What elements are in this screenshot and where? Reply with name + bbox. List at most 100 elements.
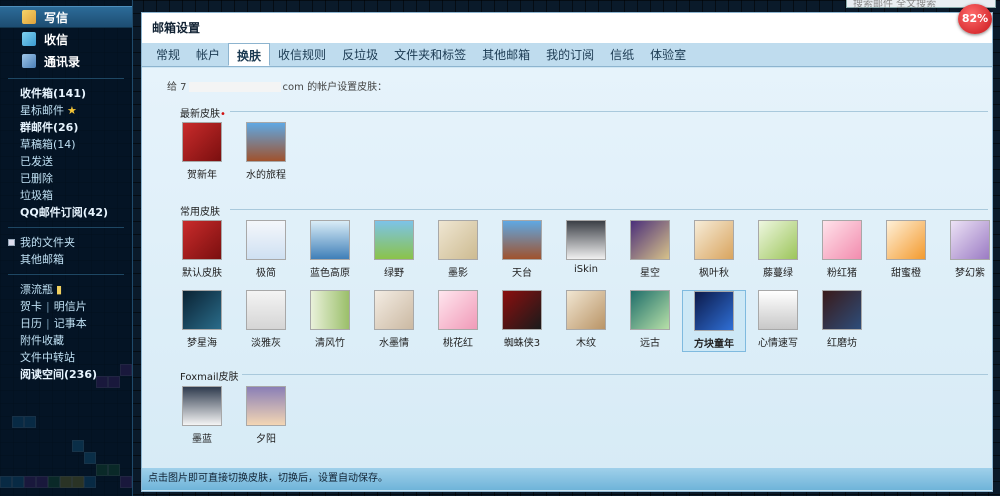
my-folders[interactable]: 我的文件夹 bbox=[8, 234, 132, 251]
skin-thumbnail[interactable] bbox=[310, 290, 350, 330]
skin-thumbnail[interactable] bbox=[566, 290, 606, 330]
skin-thumbnail[interactable] bbox=[630, 290, 670, 330]
card-row: 贺卡 | 明信片 bbox=[20, 298, 132, 315]
skin-option[interactable]: 远古 bbox=[618, 290, 682, 352]
left-sidebar: 写信 收信 通讯录 收件箱(141) 星标邮件 ★ 群邮件(26) 草稿箱(14)… bbox=[0, 0, 133, 496]
skin-thumbnail[interactable] bbox=[182, 220, 222, 260]
tab-5[interactable]: 文件夹和标签 bbox=[386, 43, 474, 66]
folder-deleted[interactable]: 已删除 bbox=[20, 170, 132, 187]
skin-option[interactable]: 清风竹 bbox=[298, 290, 362, 352]
skin-option[interactable]: 心情速写 bbox=[746, 290, 810, 352]
skin-thumbnail[interactable] bbox=[438, 290, 478, 330]
tab-1[interactable]: 帐户 bbox=[188, 43, 228, 66]
skin-thumbnail[interactable] bbox=[694, 291, 734, 331]
skin-thumbnail[interactable] bbox=[694, 220, 734, 260]
notes-link[interactable]: 记事本 bbox=[54, 317, 87, 330]
folder-sent[interactable]: 已发送 bbox=[20, 153, 132, 170]
skin-option[interactable]: 夕阳 bbox=[234, 386, 298, 448]
contacts-icon bbox=[22, 54, 36, 68]
skin-thumbnail[interactable] bbox=[246, 122, 286, 162]
folder-spam[interactable]: 垃圾箱 bbox=[20, 187, 132, 204]
expand-icon[interactable] bbox=[8, 239, 15, 246]
tab-0[interactable]: 常规 bbox=[148, 43, 188, 66]
tab-2[interactable]: 换肤 bbox=[228, 43, 271, 66]
skin-thumbnail[interactable] bbox=[822, 220, 862, 260]
contacts-button[interactable]: 通讯录 bbox=[0, 50, 132, 72]
skin-thumbnail[interactable] bbox=[502, 220, 542, 260]
progress-badge[interactable]: 82% bbox=[958, 4, 992, 34]
section-divider bbox=[230, 209, 988, 210]
skin-option[interactable]: 淡雅灰 bbox=[234, 290, 298, 352]
skin-option[interactable]: 水墨情 bbox=[362, 290, 426, 352]
tab-9[interactable]: 体验室 bbox=[642, 43, 694, 66]
divider bbox=[8, 78, 124, 79]
skin-option[interactable]: 蓝色高原 bbox=[298, 220, 362, 282]
folder-subscriptions[interactable]: QQ邮件订阅(42) bbox=[20, 204, 132, 221]
skin-option[interactable]: 水的旅程 bbox=[234, 122, 298, 184]
skin-option[interactable]: 默认皮肤 bbox=[170, 220, 234, 282]
tab-3[interactable]: 收信规则 bbox=[270, 43, 334, 66]
skin-thumbnail[interactable] bbox=[950, 220, 990, 260]
skin-thumbnail[interactable] bbox=[822, 290, 862, 330]
skin-thumbnail[interactable] bbox=[182, 386, 222, 426]
skin-option[interactable]: 藤蔓绿 bbox=[746, 220, 810, 282]
skin-option[interactable]: 蜘蛛侠3 bbox=[490, 290, 554, 352]
skin-label: 绿野 bbox=[384, 268, 404, 279]
calendar-link[interactable]: 日历 bbox=[20, 317, 42, 330]
compose-button[interactable]: 写信 bbox=[0, 6, 132, 28]
section-divider bbox=[242, 374, 988, 375]
other-mailboxes[interactable]: 其他邮箱 bbox=[8, 251, 132, 268]
skin-thumbnail[interactable] bbox=[182, 122, 222, 162]
skin-option[interactable]: 天台 bbox=[490, 220, 554, 282]
postcard-link[interactable]: 明信片 bbox=[54, 300, 87, 313]
folder-drafts[interactable]: 草稿箱(14) bbox=[20, 136, 132, 153]
skin-thumbnail[interactable] bbox=[246, 290, 286, 330]
skin-option[interactable]: 甜蜜橙 bbox=[874, 220, 938, 282]
drift-bottle-link[interactable]: 漂流瓶 ▮ bbox=[20, 281, 132, 298]
skin-option[interactable]: 墨影 bbox=[426, 220, 490, 282]
greeting-card-link[interactable]: 贺卡 bbox=[20, 300, 42, 313]
skin-option[interactable]: 粉红猪 bbox=[810, 220, 874, 282]
skin-option[interactable]: 桃花红 bbox=[426, 290, 490, 352]
skin-thumbnail[interactable] bbox=[438, 220, 478, 260]
skin-thumbnail[interactable] bbox=[758, 290, 798, 330]
tab-7[interactable]: 我的订阅 bbox=[538, 43, 602, 66]
skin-option[interactable]: 星空 bbox=[618, 220, 682, 282]
folder-inbox[interactable]: 收件箱(141) bbox=[20, 85, 132, 102]
tab-4[interactable]: 反垃圾 bbox=[334, 43, 386, 66]
tab-6[interactable]: 其他邮箱 bbox=[474, 43, 538, 66]
skin-option[interactable]: 梦幻紫 bbox=[938, 220, 1000, 282]
skin-thumbnail[interactable] bbox=[374, 290, 414, 330]
skin-option[interactable]: 梦星海 bbox=[170, 290, 234, 352]
tab-8[interactable]: 信纸 bbox=[602, 43, 642, 66]
skin-option[interactable]: 贺新年 bbox=[170, 122, 234, 184]
folder-starred[interactable]: 星标邮件 ★ bbox=[20, 102, 132, 119]
skin-option[interactable]: 极简 bbox=[234, 220, 298, 282]
skin-option[interactable]: 木纹 bbox=[554, 290, 618, 352]
skin-option[interactable]: 墨蓝 bbox=[170, 386, 234, 448]
skin-thumbnail[interactable] bbox=[182, 290, 222, 330]
skin-thumbnail[interactable] bbox=[886, 220, 926, 260]
skin-thumbnail[interactable] bbox=[246, 220, 286, 260]
skin-thumbnail[interactable] bbox=[246, 386, 286, 426]
skin-label: 星空 bbox=[640, 268, 660, 279]
folder-group-mail[interactable]: 群邮件(26) bbox=[20, 119, 132, 136]
attachments-link[interactable]: 附件收藏 bbox=[20, 332, 132, 349]
skin-label: 淡雅灰 bbox=[251, 338, 281, 349]
skin-option[interactable]: 方块童年 bbox=[682, 290, 746, 352]
skin-thumbnail[interactable] bbox=[630, 220, 670, 260]
reading-space-link[interactable]: 阅读空间(236) bbox=[20, 366, 132, 383]
file-transfer-link[interactable]: 文件中转站 bbox=[20, 349, 132, 366]
skin-option[interactable]: 枫叶秋 bbox=[682, 220, 746, 282]
skin-thumbnail[interactable] bbox=[310, 220, 350, 260]
skin-thumbnail[interactable] bbox=[566, 220, 606, 260]
skin-thumbnail[interactable] bbox=[374, 220, 414, 260]
skin-option[interactable]: 红磨坊 bbox=[810, 290, 874, 352]
skin-option[interactable]: 绿野 bbox=[362, 220, 426, 282]
skin-label: iSkin bbox=[573, 264, 599, 275]
settings-tabs: 常规 帐户 换肤 收信规则 反垃圾 文件夹和标签 其他邮箱 我的订阅 信纸 体验室 bbox=[142, 43, 992, 67]
skin-thumbnail[interactable] bbox=[758, 220, 798, 260]
skin-option[interactable]: iSkin bbox=[554, 220, 618, 282]
receive-button[interactable]: 收信 bbox=[0, 28, 132, 50]
skin-thumbnail[interactable] bbox=[502, 290, 542, 330]
